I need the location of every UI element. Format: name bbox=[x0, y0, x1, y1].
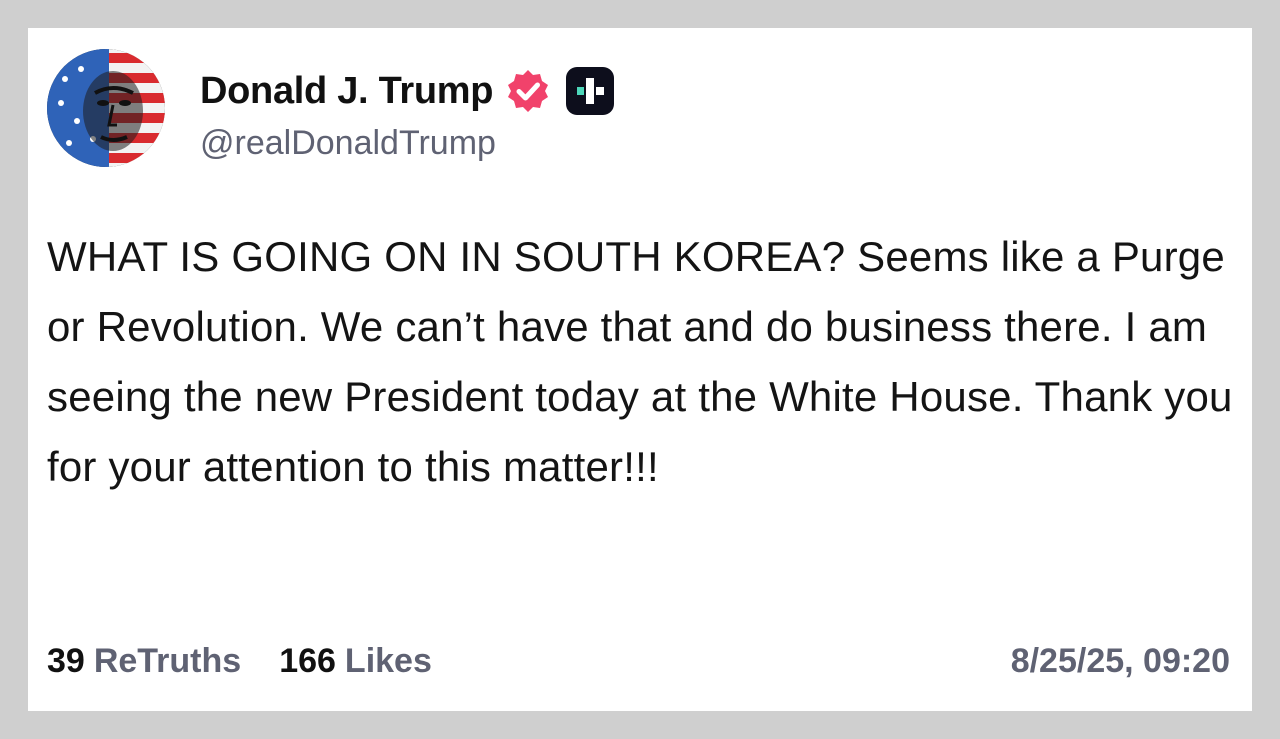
verified-badge-icon bbox=[505, 68, 551, 114]
likes-label: Likes bbox=[344, 642, 432, 680]
avatar-image bbox=[47, 49, 165, 167]
author-avatar[interactable] bbox=[47, 49, 165, 167]
post-text: WHAT IS GOING ON IN SOUTH KOREA? Seems l… bbox=[47, 233, 1233, 490]
author-handle[interactable]: @realDonaldTrump bbox=[200, 124, 496, 163]
retruths-stat[interactable]: 39 ReTruths bbox=[47, 642, 241, 681]
post-timestamp[interactable]: 8/25/25, 09:20 bbox=[1011, 642, 1230, 681]
likes-stat[interactable]: 166 Likes bbox=[279, 642, 432, 681]
retruths-count: 39 bbox=[47, 642, 85, 680]
post-stats: 39 ReTruths 166 Likes bbox=[47, 642, 432, 681]
truth-social-logo-icon bbox=[565, 66, 615, 116]
retruths-label: ReTruths bbox=[93, 642, 242, 680]
likes-count: 166 bbox=[279, 642, 336, 680]
author-display-name[interactable]: Donald J. Trump bbox=[200, 70, 494, 113]
post-card: Donald J. Trump @realDonaldTrump WHAT IS… bbox=[28, 28, 1252, 711]
author-name-row: Donald J. Trump bbox=[200, 66, 615, 116]
